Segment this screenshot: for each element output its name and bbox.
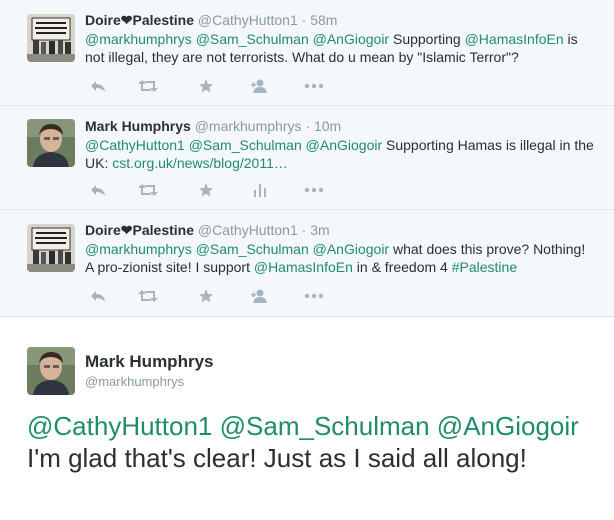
author-handle[interactable]: @markhumphrys bbox=[195, 118, 302, 134]
reply-icon[interactable] bbox=[87, 182, 109, 198]
expanded-tweet: Mark Humphrys @markhumphrys @CathyHutton… bbox=[0, 317, 614, 520]
mention-link[interactable]: @CathyHutton1 bbox=[27, 411, 212, 441]
mention-link[interactable]: @AnGiogoir bbox=[306, 137, 382, 153]
tweet-item[interactable]: Doire❤Palestine @CathyHutton1 · 3m @mark… bbox=[0, 210, 614, 317]
tweet-actions bbox=[87, 288, 347, 304]
author-name[interactable]: Doire❤Palestine bbox=[85, 12, 194, 28]
tweet-actions bbox=[87, 182, 347, 198]
mention-link[interactable]: @Sam_Schulman bbox=[220, 411, 430, 441]
favorite-icon[interactable] bbox=[195, 182, 217, 198]
author-name[interactable]: Mark Humphrys bbox=[85, 352, 213, 372]
avatar-mark[interactable] bbox=[27, 119, 75, 167]
analytics-icon[interactable] bbox=[249, 182, 271, 198]
tweet-header: Mark Humphrys @markhumphrys · 10m bbox=[85, 117, 341, 135]
retweet-icon[interactable] bbox=[137, 78, 159, 94]
mention-link[interactable]: @Sam_Schulman bbox=[196, 31, 309, 47]
author-handle[interactable]: @CathyHutton1 bbox=[198, 222, 298, 238]
mention-link[interactable]: @CathyHutton1 bbox=[85, 137, 185, 153]
tweet-text: @CathyHutton1 @Sam_Schulman @AnGiogoir I… bbox=[27, 410, 587, 474]
tweet-text-segment: I'm glad that's clear! Just as I said al… bbox=[27, 443, 527, 473]
avatar-mark[interactable] bbox=[27, 347, 75, 395]
mention-link[interactable]: @Sam_Schulman bbox=[196, 241, 309, 257]
author-name[interactable]: Mark Humphrys bbox=[85, 118, 191, 134]
reply-icon[interactable] bbox=[87, 78, 109, 94]
favorite-icon[interactable] bbox=[195, 78, 217, 94]
mention-link[interactable]: @HamasInfoEn bbox=[465, 31, 564, 47]
more-icon[interactable] bbox=[303, 78, 325, 94]
mention-link[interactable]: @Sam_Schulman bbox=[189, 137, 302, 153]
follow-icon[interactable] bbox=[249, 288, 271, 304]
more-icon[interactable] bbox=[303, 288, 325, 304]
more-icon[interactable] bbox=[303, 182, 325, 198]
mention-link[interactable]: @HamasInfoEn bbox=[254, 259, 353, 275]
mention-link[interactable]: @AnGiogoir bbox=[313, 31, 389, 47]
author-name[interactable]: Doire❤Palestine bbox=[85, 222, 194, 238]
tweet-text: @markhumphrys @Sam_Schulman @AnGiogoir S… bbox=[85, 30, 595, 66]
tweet-header: Doire❤Palestine @CathyHutton1 · 58m bbox=[85, 11, 337, 29]
tweet-text-segment bbox=[430, 411, 437, 441]
heart-icon: ❤ bbox=[120, 12, 133, 28]
avatar-doire[interactable] bbox=[27, 14, 75, 62]
mention-link[interactable]: @markhumphrys bbox=[85, 31, 192, 47]
tweet-item[interactable]: Doire❤Palestine @CathyHutton1 · 58m @mar… bbox=[0, 0, 614, 106]
tweet-actions bbox=[87, 78, 347, 94]
retweet-icon[interactable] bbox=[137, 288, 159, 304]
tweet-text: @CathyHutton1 @Sam_Schulman @AnGiogoir S… bbox=[85, 136, 595, 172]
mention-link[interactable]: @AnGiogoir bbox=[313, 241, 389, 257]
tweet-time[interactable]: 58m bbox=[310, 12, 337, 28]
separator-dot: · bbox=[305, 118, 311, 134]
avatar-doire[interactable] bbox=[27, 224, 75, 272]
separator-dot: · bbox=[301, 12, 307, 28]
tweet-item[interactable]: Mark Humphrys @markhumphrys · 10m @Cathy… bbox=[0, 106, 614, 210]
author-handle[interactable]: @markhumphrys bbox=[85, 374, 184, 389]
hashtag-link[interactable]: #Palestine bbox=[452, 259, 517, 275]
mention-link[interactable]: @markhumphrys bbox=[85, 241, 192, 257]
reply-icon[interactable] bbox=[87, 288, 109, 304]
tweet-text: @markhumphrys @Sam_Schulman @AnGiogoir w… bbox=[85, 240, 595, 276]
tweet-text-segment bbox=[212, 411, 219, 441]
tweet-header: Doire❤Palestine @CathyHutton1 · 3m bbox=[85, 221, 330, 239]
tweet-text-segment: Supporting bbox=[389, 31, 465, 47]
favorite-icon[interactable] bbox=[195, 288, 217, 304]
follow-icon[interactable] bbox=[249, 78, 271, 94]
tweet-time[interactable]: 3m bbox=[310, 222, 329, 238]
url-link[interactable]: cst.org.uk/news/blog/2011… bbox=[112, 155, 288, 171]
mention-link[interactable]: @AnGiogoir bbox=[437, 411, 579, 441]
tweet-text-segment: in & freedom 4 bbox=[352, 259, 452, 275]
heart-icon: ❤ bbox=[120, 222, 133, 238]
author-handle[interactable]: @CathyHutton1 bbox=[198, 12, 298, 28]
retweet-icon[interactable] bbox=[137, 182, 159, 198]
separator-dot: · bbox=[301, 222, 307, 238]
tweet-time[interactable]: 10m bbox=[314, 118, 341, 134]
